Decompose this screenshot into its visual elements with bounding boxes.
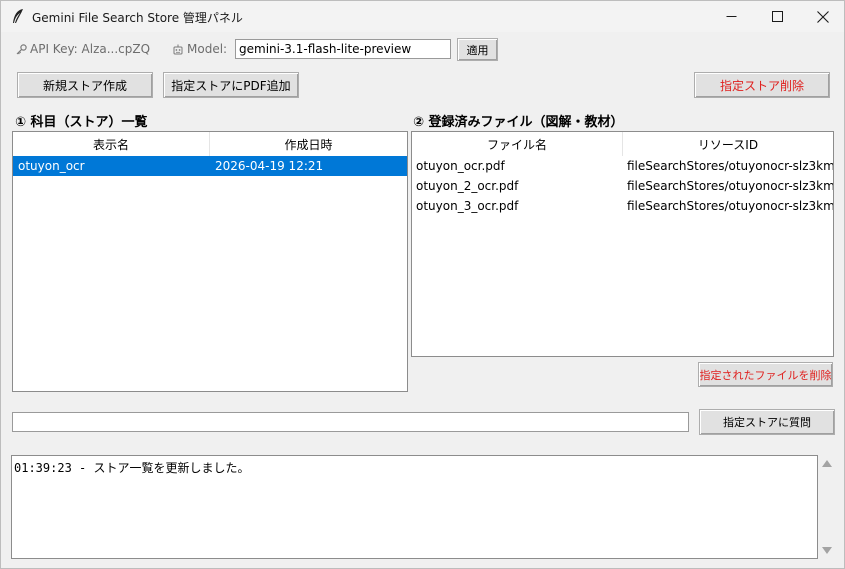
minimize-button[interactable]: [708, 1, 754, 32]
title-bar: Gemini File Search Store 管理パネル: [1, 1, 844, 32]
files-table-header: ファイル名 リソースID: [412, 132, 833, 156]
resource-id-cell: fileSearchStores/otuyonocr-slz3kmupu: [627, 159, 833, 173]
log-scrollbar[interactable]: [818, 455, 836, 559]
apply-button[interactable]: 適用: [457, 38, 498, 61]
table-row[interactable]: otuyon_ocr 2026-04-19 12:21: [13, 156, 407, 176]
store-name-cell: otuyon_ocr: [18, 159, 85, 173]
table-row[interactable]: otuyon_ocr.pdf fileSearchStores/otuyonoc…: [412, 156, 833, 176]
query-input[interactable]: [13, 413, 688, 431]
query-field[interactable]: [12, 412, 689, 432]
model-field[interactable]: [235, 39, 451, 59]
file-name-cell: otuyon_3_ocr.pdf: [416, 199, 519, 213]
create-store-button[interactable]: 新規ストア作成: [17, 72, 153, 98]
maximize-icon: [771, 11, 783, 22]
close-button[interactable]: [800, 1, 844, 32]
column-header-created[interactable]: 作成日時: [210, 132, 407, 156]
log-line: 01:39:23 - ストア一覧を更新しました。: [14, 461, 250, 475]
column-header-resource-id[interactable]: リソースID: [623, 132, 833, 156]
key-icon: [16, 44, 27, 55]
stores-table[interactable]: 表示名 作成日時 otuyon_ocr 2026-04-19 12:21: [12, 131, 408, 392]
add-pdf-button[interactable]: 指定ストアにPDF追加: [163, 72, 299, 98]
resource-id-cell: fileSearchStores/otuyonocr-slz3kmupu: [627, 179, 833, 193]
close-icon: [817, 10, 829, 23]
feather-icon: [13, 9, 23, 23]
scroll-up-icon[interactable]: [822, 460, 832, 467]
column-header-display-name[interactable]: 表示名: [13, 132, 210, 156]
maximize-button[interactable]: [754, 1, 800, 32]
delete-file-button[interactable]: 指定されたファイルを削除: [698, 362, 833, 387]
files-section-title: ② 登録済みファイル（図解・教材）: [413, 115, 624, 130]
window-title: Gemini File Search Store 管理パネル: [32, 11, 243, 25]
log-console[interactable]: 01:39:23 - ストア一覧を更新しました。: [11, 455, 818, 559]
table-row[interactable]: otuyon_2_ocr.pdf fileSearchStores/otuyon…: [412, 176, 833, 196]
table-row[interactable]: otuyon_3_ocr.pdf fileSearchStores/otuyon…: [412, 196, 833, 216]
file-name-cell: otuyon_2_ocr.pdf: [416, 179, 519, 193]
stores-section-title: ① 科目（ストア）一覧: [15, 115, 148, 130]
model-input[interactable]: [236, 40, 450, 58]
file-name-cell: otuyon_ocr.pdf: [416, 159, 505, 173]
resource-id-cell: fileSearchStores/otuyonocr-slz3kmupu: [627, 199, 833, 213]
robot-icon: [173, 44, 183, 55]
column-header-file-name[interactable]: ファイル名: [412, 132, 623, 156]
ask-store-button[interactable]: 指定ストアに質問: [699, 409, 835, 435]
delete-store-button[interactable]: 指定ストア削除: [694, 72, 830, 98]
scroll-down-icon[interactable]: [822, 547, 832, 554]
files-table[interactable]: ファイル名 リソースID otuyon_ocr.pdf fileSearchSt…: [411, 131, 834, 357]
minimize-icon: [726, 16, 736, 17]
stores-table-header: 表示名 作成日時: [13, 132, 407, 156]
api-key-label: API Key: Alza...cpZQ: [30, 42, 151, 56]
store-created-cell: 2026-04-19 12:21: [215, 159, 324, 173]
model-label: Model:: [187, 42, 228, 56]
app-window: Gemini File Search Store 管理パネル API Key: …: [0, 0, 845, 569]
